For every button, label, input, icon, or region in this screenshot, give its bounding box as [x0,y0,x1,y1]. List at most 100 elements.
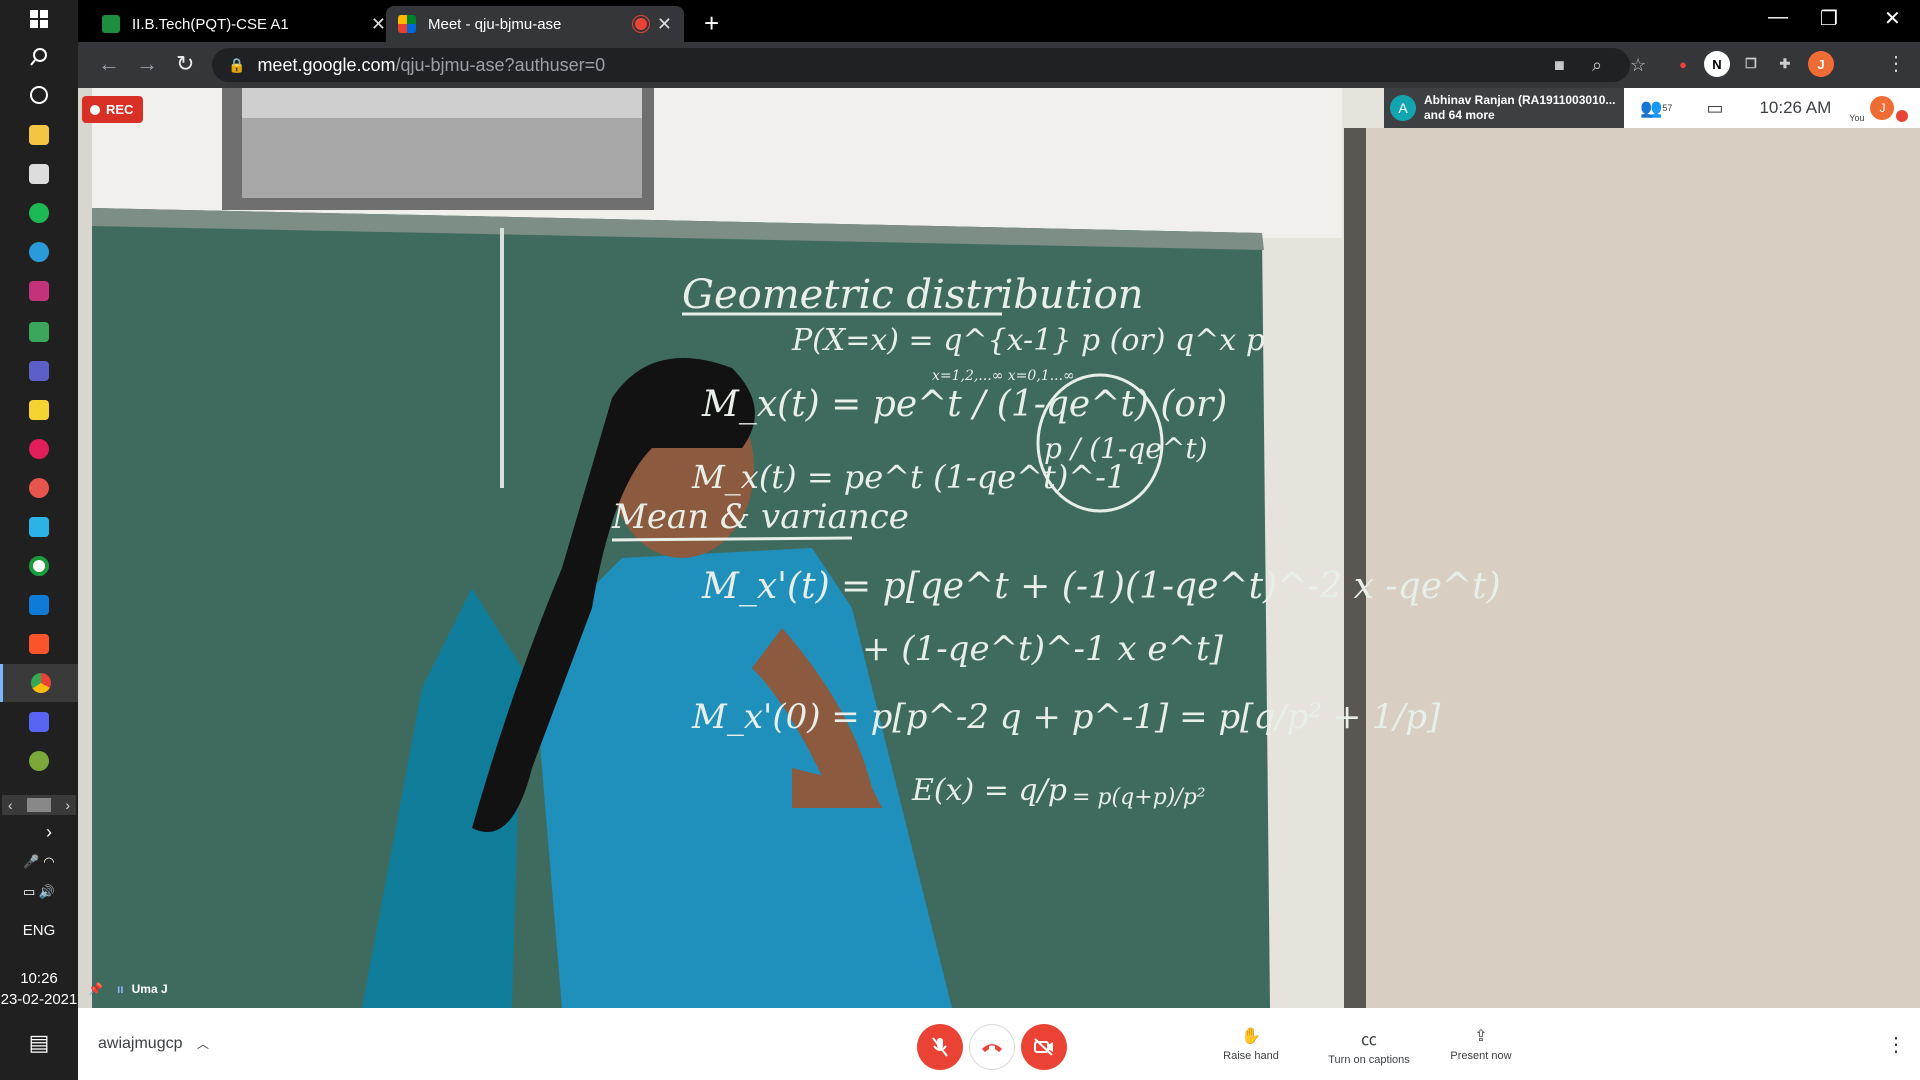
mic-wifi-icons[interactable]: 🎤 ◠ [0,854,78,870]
close-window-icon[interactable]: ✕ [1884,6,1901,31]
back-icon[interactable]: ← [98,51,120,77]
captions-label: Turn on captions [1328,1054,1410,1066]
meeting-time: 10:26 AM [1759,98,1832,117]
browser-toolbar: ← → ↻ 🔒 meet.google.com/qju-bjmu-ase?aut… [78,42,1920,88]
teams-icon[interactable] [0,352,78,390]
drive-icon[interactable] [0,313,78,351]
paint-icon[interactable] [0,469,78,507]
close-tab-icon[interactable]: ✕ [657,14,672,35]
meet-controls-bar: awiajmugcp ︿ ✋ Raise hand ㏄ Turn on capt… [78,1008,1920,1080]
present-icon: ⇪ [1474,1028,1488,1045]
files-icon[interactable] [0,508,78,546]
board-line: M_x(t) = pe^t (1-qe^t)^-1 [691,458,1126,496]
menu-kebab-icon[interactable]: ⋮ [1886,51,1906,76]
mic-toggle-button[interactable] [917,1024,963,1070]
present-now-button[interactable]: ⇪ Present now [1426,1026,1536,1062]
file-explorer-icon[interactable] [0,116,78,154]
board-line: Mean & variance [611,497,909,537]
spotify-icon[interactable] [0,194,78,232]
windows-start-icon[interactable] [0,0,78,38]
video-feed: Geometric distribution P(X=x) = q^{x-1} … [92,88,1920,1008]
board-line: = p(q+p)/p² [1072,785,1206,810]
clock-date[interactable]: 23-02-2021 [0,991,78,1008]
extension-n-icon[interactable]: N [1704,51,1730,77]
meeting-details-button[interactable]: awiajmugcp ︿ [98,1035,209,1053]
intellij-icon[interactable] [0,272,78,310]
clock-time[interactable]: 10:26 [0,970,78,987]
forward-icon[interactable]: → [136,51,158,77]
camera-icon[interactable]: ■ [1554,55,1565,76]
lock-icon: 🔒 [228,56,246,73]
people-icon[interactable]: 👥 [1640,98,1662,119]
board-line: + (1-qe^t)^-1 x e^t] [862,629,1224,669]
windows-taskbar: ‹ › › 🎤 ◠ ▭ 🔊 ENG 10:26 23-02-2021 ▤ [0,0,78,1080]
participants-chip[interactable]: A Abhinav Ranjan (RA1911003010... and 64… [1384,88,1628,128]
classroom-icon [102,15,120,33]
battery-volume-icons[interactable]: ▭ 🔊 [0,884,78,900]
reload-icon[interactable]: ↻ [176,51,194,77]
brave-icon[interactable] [0,625,78,663]
notifications-icon[interactable]: ▤ [0,1030,78,1056]
board-line: P(X=x) = q^{x-1} p (or) q^x p [791,323,1265,358]
task-view-icon[interactable] [0,76,78,114]
address-bar[interactable]: 🔒 meet.google.com/qju-bjmu-ase?authuser=… [212,48,1630,82]
profile-avatar[interactable]: J [1808,51,1834,77]
extension-copy-icon[interactable]: ❐ [1738,51,1764,77]
meet-stage: Geometric distribution P(X=x) = q^{x-1} … [78,88,1920,1008]
board-line: Geometric distribution [682,272,1143,318]
extensions-puzzle-icon[interactable]: ✚ [1772,51,1798,77]
tab-title: Meet - qju-bjmu-ase [428,15,562,33]
sticky-notes-icon[interactable] [0,391,78,429]
rec-label: REC [106,102,134,117]
url-path: /qju-bjmu-ase?authuser=0 [395,54,606,75]
slack-icon[interactable] [0,430,78,468]
tab-meet[interactable]: Meet - qju-bjmu-ase ✕ [386,6,684,42]
close-tab-icon[interactable]: ✕ [371,14,386,35]
chat-icon[interactable]: ▭ [1706,98,1723,119]
self-avatar[interactable]: J [1870,96,1895,120]
tab-classroom[interactable]: II.B.Tech(PQT)-CSE A1 ✕ [90,6,398,42]
camera-off-icon [1034,1038,1053,1056]
minimize-icon[interactable]: — [1768,6,1788,29]
scroll-left-icon[interactable]: ‹ [8,797,13,813]
speaker-name: Uma J [131,982,168,996]
leave-call-button[interactable] [969,1024,1015,1070]
show-hidden-icons-icon[interactable]: › [10,822,88,843]
chrome-icon[interactable] [0,664,78,702]
board-line: x=1,2,...∞ x=0,1...∞ [932,368,1075,384]
tab-strip: II.B.Tech(PQT)-CSE A1 ✕ Meet - qju-bjmu-… [78,0,1920,42]
pin-icon[interactable]: 📌 [88,982,103,996]
scroll-thumb[interactable] [27,798,51,812]
new-tab-button[interactable]: + [704,8,719,39]
mail-icon[interactable] [0,586,78,624]
raise-hand-button[interactable]: ✋ Raise hand [1196,1026,1306,1062]
hand-icon: ✋ [1241,1028,1261,1045]
scroll-right-icon[interactable]: › [65,797,70,813]
captions-button[interactable]: ㏄ Turn on captions [1314,1026,1424,1066]
recording-indicator-icon [634,18,647,30]
camera-toggle-button[interactable] [1021,1024,1067,1070]
extension-mic-icon[interactable]: ● [1670,51,1696,77]
board-line: M_x(t) = pe^t / (1-qe^t) (or) [701,384,1227,425]
meet-info-bar: 👥 57 ▭ 10:26 AM You J [1624,88,1920,128]
store-icon[interactable] [0,155,78,193]
meet-icon [398,15,416,33]
taskbar-scrollbar[interactable]: ‹ › [2,795,76,815]
app-icon[interactable] [0,547,78,585]
recording-badge: REC [82,96,144,123]
meeting-code: awiajmugcp [98,1035,183,1052]
bookmark-star-icon[interactable]: ☆ [1630,55,1646,76]
more-options-icon[interactable]: ⋮ [1886,1032,1906,1057]
participant-avatar: A [1390,95,1416,121]
search-icon[interactable] [0,38,78,76]
board-line: E(x) = q/p [911,773,1067,808]
language-indicator[interactable]: ENG [0,922,78,939]
edge-icon[interactable] [0,233,78,271]
board-line: M_x'(0) = p[p^-2 q + p^-1] = p[q/p² + 1/… [691,697,1441,737]
participant-count: 57 [1662,103,1673,113]
discord-icon[interactable] [0,703,78,741]
restore-icon[interactable]: ❐ [1820,6,1838,31]
zoom-icon[interactable]: ⌕ [1592,55,1602,76]
misc-icon[interactable] [0,742,78,780]
tab-title: II.B.Tech(PQT)-CSE A1 [132,15,289,33]
